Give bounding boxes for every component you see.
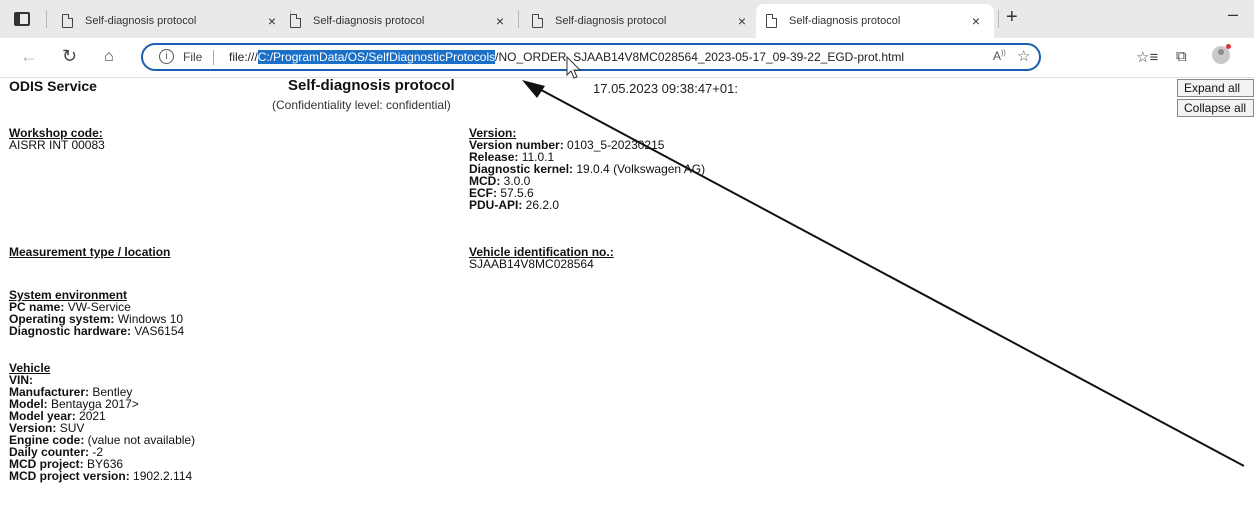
page-title: Self-diagnosis protocol — [288, 77, 455, 94]
refresh-icon[interactable]: ↻ — [62, 46, 77, 67]
tab-close-icon[interactable]: × — [268, 13, 276, 29]
url-prefix: file:/// — [229, 50, 258, 64]
field-value: 0103_5-20230215 — [563, 138, 665, 152]
notification-dot — [1226, 44, 1231, 49]
tab-close-icon[interactable]: × — [738, 13, 746, 29]
url-selection: C:/ProgramData/OS/SelfDiagnosticProtocol… — [257, 50, 496, 64]
vehicle-line: MCD project version: 1902.2.114 — [9, 470, 195, 482]
url-rest: /NO_ORDER_SJAAB14V8MC028564_2023-05-17_0… — [495, 50, 905, 64]
divider — [213, 50, 214, 65]
add-favorite-icon[interactable]: ☆ — [1017, 47, 1030, 65]
measurement-heading: Measurement type / location — [9, 245, 171, 259]
expand-all-button[interactable]: Expand all — [1177, 79, 1254, 97]
protocol-datetime: 17.05.2023 09:38:47+01: — [593, 81, 738, 96]
tab-1[interactable]: Self-diagnosis protocol × — [52, 4, 290, 38]
tab-2[interactable]: Self-diagnosis protocol × — [280, 4, 518, 38]
tab-3[interactable]: Self-diagnosis protocol × — [522, 4, 760, 38]
version-section: Version: Version number: 0103_5-20230215… — [469, 127, 705, 211]
favorites-icon[interactable]: ☆≡ — [1136, 48, 1158, 66]
vehicle-heading: Vehicle — [9, 361, 51, 375]
mouse-cursor-icon — [566, 56, 582, 79]
new-tab-button[interactable]: + — [1006, 6, 1018, 29]
tab-separator — [46, 10, 47, 28]
tab-4-active[interactable]: Self-diagnosis protocol × — [756, 4, 994, 38]
scheme-label: File — [183, 50, 203, 64]
tab-title: Self-diagnosis protocol — [85, 15, 197, 27]
field-value: 1902.2.114 — [129, 469, 193, 483]
tab-title: Self-diagnosis protocol — [789, 15, 901, 27]
page-icon — [290, 14, 301, 28]
vin-value: SJAAB14V8MC028564 — [469, 257, 594, 271]
tab-title: Self-diagnosis protocol — [313, 15, 425, 27]
field-label: MCD project version: — [9, 469, 130, 483]
tab-separator — [518, 10, 519, 28]
address-bar[interactable]: i File file:///C:/ProgramData/OS/SelfDia… — [141, 43, 1041, 71]
collections-icon[interactable]: ⧉ — [1176, 48, 1187, 65]
workshop-value: AISRR INT 00083 — [9, 138, 105, 152]
field-label: Diagnostic hardware: — [9, 324, 132, 338]
app-name: ODIS Service — [9, 78, 97, 94]
vehicle-section: Vehicle VIN: Manufacturer: Bentley Model… — [9, 362, 195, 482]
version-line: PDU-API: 26.2.0 — [469, 199, 705, 211]
tab-strip: Self-diagnosis protocol × Self-diagnosis… — [0, 0, 1254, 38]
field-value: 26.2.0 — [522, 198, 560, 212]
field-label: PDU-API: — [469, 198, 523, 212]
tab-close-icon[interactable]: × — [972, 13, 980, 29]
info-icon[interactable]: i — [159, 49, 174, 64]
minimize-button[interactable]: – — [1228, 4, 1238, 25]
vin-section: Vehicle identification no.: SJAAB14V8MC0… — [469, 246, 614, 270]
tab-separator — [998, 10, 999, 28]
tab-title: Self-diagnosis protocol — [555, 15, 667, 27]
measurement-section: Measurement type / location — [9, 246, 170, 258]
page-icon — [62, 14, 73, 28]
page-content: ODIS Service Self-diagnosis protocol (Co… — [0, 77, 1254, 511]
read-aloud-icon[interactable]: A)) — [993, 49, 1006, 63]
back-icon[interactable]: ← — [20, 46, 38, 67]
page-icon — [766, 14, 777, 28]
system-environment-section: System environment PC name: VW-Service O… — [9, 289, 184, 337]
page-subtitle: (Confidentiality level: confidential) — [272, 98, 451, 112]
workshop-section: Workshop code: AISRR INT 00083 — [9, 127, 105, 151]
field-value: 19.0.4 (Volkswagen AG) — [573, 162, 706, 176]
address-bar-row: ← ↻ ⌂ i File file:///C:/ProgramData/OS/S… — [0, 38, 1254, 78]
tab-close-icon[interactable]: × — [496, 13, 504, 29]
field-value: VAS6154 — [131, 324, 185, 338]
page-icon — [532, 14, 543, 28]
tab-actions-icon[interactable] — [14, 12, 30, 26]
collapse-all-button[interactable]: Collapse all — [1177, 99, 1254, 117]
system-line: Diagnostic hardware: VAS6154 — [9, 325, 184, 337]
home-icon[interactable]: ⌂ — [104, 48, 114, 66]
